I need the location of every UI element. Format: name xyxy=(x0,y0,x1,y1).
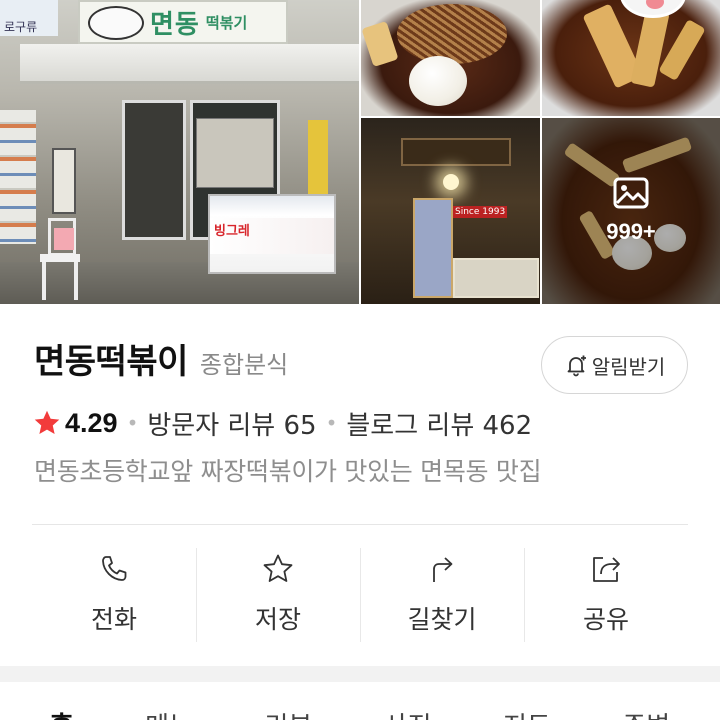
food-photo-1[interactable] xyxy=(361,0,540,116)
neighbor-sign: 로구류 xyxy=(0,0,58,36)
tab-home[interactable]: 홈 xyxy=(50,682,74,720)
save-label: 저장 xyxy=(254,605,301,634)
title-row: 면동떡볶이 종합분식 xyxy=(34,334,288,384)
call-label: 전화 xyxy=(90,605,137,634)
share-button[interactable]: 공유 xyxy=(524,548,688,642)
bell-plus-icon xyxy=(567,355,586,377)
directions-label: 길찾기 xyxy=(407,605,477,634)
section-gap xyxy=(0,666,720,682)
tab-reviews[interactable]: 리뷰 xyxy=(264,682,312,720)
photo-gallery: 로구류 면동 떡볶기 빙그레 Since 1993 999+ xyxy=(0,0,720,304)
tab-photos[interactable]: 사진 xyxy=(384,682,432,720)
call-button[interactable]: 전화 xyxy=(32,548,196,642)
signboard-logo xyxy=(88,6,144,40)
action-bar: 전화 저장 길찾기 공유 xyxy=(32,548,688,642)
shop-door xyxy=(122,100,186,240)
phone-icon xyxy=(102,556,127,581)
tab-menu[interactable]: 메뉴 xyxy=(145,682,193,720)
share-label: 공유 xyxy=(582,605,629,634)
visitor-reviews-link[interactable]: 방문자 리뷰 65 xyxy=(147,405,316,442)
divider xyxy=(32,524,688,525)
more-photos-overlay[interactable]: 999+ xyxy=(542,118,720,304)
rating-value: 4.29 xyxy=(65,407,118,438)
signboard-sub: 떡볶기 xyxy=(205,13,248,32)
notify-label: 알림받기 xyxy=(591,354,666,379)
rating-row: 4.29 • 방문자 리뷰 65 • 블로그 리뷰 462 xyxy=(32,404,532,442)
night-freezer xyxy=(453,258,539,298)
place-category: 종합분식 xyxy=(199,351,289,379)
signboard-name: 면동 xyxy=(150,9,200,40)
night-signboard xyxy=(401,138,511,166)
place-tabs: 홈 메뉴 리뷰 사진 지도 주변 xyxy=(0,682,720,720)
freezer-brand: 빙그레 xyxy=(214,224,250,239)
image-icon xyxy=(613,177,649,209)
star-outline-icon xyxy=(263,554,293,582)
star-icon xyxy=(34,410,60,434)
share-icon xyxy=(593,557,620,582)
shutter xyxy=(0,110,36,244)
night-storefront-photo[interactable]: Since 1993 xyxy=(361,118,540,304)
wall-frame xyxy=(52,148,76,214)
storefront-photo[interactable]: 로구류 면동 떡볶기 빙그레 xyxy=(0,0,359,304)
awning xyxy=(20,44,359,84)
tab-nearby[interactable]: 주변 xyxy=(622,682,670,720)
white-chair xyxy=(40,218,80,300)
avatar xyxy=(620,0,686,18)
ice-cream-freezer: 빙그레 xyxy=(208,194,336,274)
place-name: 면동떡볶이 xyxy=(34,342,188,382)
night-door xyxy=(413,198,453,298)
separator-dot: • xyxy=(325,411,338,435)
food-photo-2[interactable] xyxy=(542,0,720,116)
directions-icon xyxy=(433,557,453,582)
blog-reviews-link[interactable]: 블로그 리뷰 462 xyxy=(346,405,532,442)
directions-button[interactable]: 길찾기 xyxy=(360,548,524,642)
store-signboard: 면동 떡볶기 xyxy=(78,0,288,44)
notify-button[interactable]: 알림받기 xyxy=(541,336,688,394)
photo-count: 999+ xyxy=(606,219,656,244)
lamp xyxy=(443,174,459,190)
yellow-column xyxy=(308,120,328,200)
save-button[interactable]: 저장 xyxy=(196,548,360,642)
separator-dot: • xyxy=(126,411,139,435)
tab-map[interactable]: 지도 xyxy=(503,682,551,720)
night-sign-text: Since 1993 xyxy=(453,206,508,218)
place-description: 면동초등학교앞 짜장떡볶이가 맛있는 면목동 맛집 xyxy=(34,457,542,486)
window-menu-sign xyxy=(196,118,274,188)
